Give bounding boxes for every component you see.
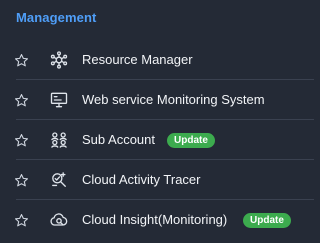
menu-item-label: Resource Manager — [82, 52, 193, 67]
update-badge: Update — [243, 213, 291, 228]
menu-item-web-service-monitoring[interactable]: Web service Monitoring System — [0, 80, 314, 120]
activity-tracer-icon — [52, 172, 66, 187]
menu-item-cloud-activity-tracer[interactable]: Cloud Activity Tracer — [0, 160, 314, 200]
menu-item-label: Cloud Insight(Monitoring) — [82, 212, 228, 227]
star-icon[interactable] — [14, 133, 29, 148]
star-icon[interactable] — [14, 213, 29, 228]
menu-item-label: Cloud Activity Tracer — [82, 172, 201, 187]
management-panel: Management Resource Manager Web service … — [0, 0, 314, 243]
star-icon[interactable] — [14, 53, 29, 68]
star-icon[interactable] — [14, 93, 29, 108]
resource-manager-icon — [50, 51, 68, 69]
cloud-insight-icon — [50, 213, 68, 226]
menu-item-label: Web service Monitoring System — [82, 92, 265, 107]
star-icon[interactable] — [14, 173, 29, 188]
users-icon — [51, 132, 67, 148]
management-menu: Resource Manager Web service Monitoring … — [0, 40, 314, 240]
menu-item-sub-account[interactable]: Sub Account Update — [0, 120, 314, 160]
menu-item-label: Sub Account — [82, 132, 155, 147]
update-badge: Update — [167, 133, 215, 148]
menu-item-cloud-insight[interactable]: Cloud Insight(Monitoring) Update — [0, 200, 314, 240]
section-title: Management — [16, 10, 97, 25]
menu-item-resource-manager[interactable]: Resource Manager — [0, 40, 314, 80]
monitor-icon — [50, 92, 68, 108]
